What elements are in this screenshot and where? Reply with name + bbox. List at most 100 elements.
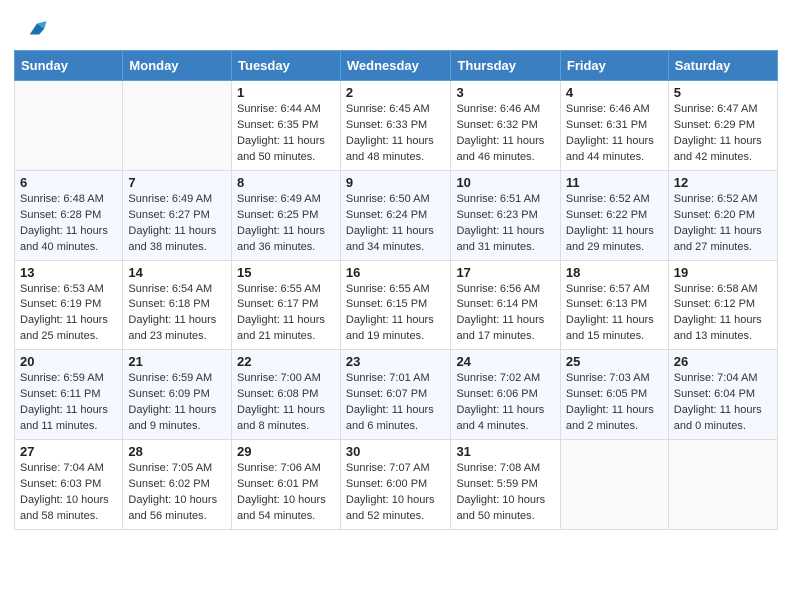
calendar-cell: 11 Sunrise: 6:52 AMSunset: 6:22 PMDayligh… [560, 170, 668, 260]
calendar-cell: 1 Sunrise: 6:44 AMSunset: 6:35 PMDaylight… [232, 81, 341, 171]
page-header [0, 0, 792, 50]
calendar-cell: 18 Sunrise: 6:57 AMSunset: 6:13 PMDayligh… [560, 260, 668, 350]
day-number: 21 [128, 354, 226, 369]
calendar-cell [123, 81, 232, 171]
day-number: 20 [20, 354, 117, 369]
day-info: Sunrise: 6:57 AMSunset: 6:13 PMDaylight:… [566, 282, 663, 346]
day-number: 14 [128, 265, 226, 280]
weekday-header-monday: Monday [123, 51, 232, 81]
day-info: Sunrise: 7:01 AMSunset: 6:07 PMDaylight:… [346, 371, 446, 435]
calendar-cell: 17Sunrise: 6:56 AMSunset: 6:14 PMDayligh… [451, 260, 560, 350]
calendar-cell: 23 Sunrise: 7:01 AMSunset: 6:07 PMDayligh… [340, 350, 451, 440]
calendar-cell: 5 Sunrise: 6:47 AMSunset: 6:29 PMDaylight… [668, 81, 777, 171]
day-info: Sunrise: 6:59 AMSunset: 6:11 PMDaylight:… [20, 371, 117, 435]
day-number: 6 [20, 175, 117, 190]
calendar-cell: 26 Sunrise: 7:04 AMSunset: 6:04 PMDayligh… [668, 350, 777, 440]
calendar-cell: 22Sunrise: 7:00 AMSunset: 6:08 PMDayligh… [232, 350, 341, 440]
day-number: 11 [566, 175, 663, 190]
calendar-cell: 24 Sunrise: 7:02 AMSunset: 6:06 PMDayligh… [451, 350, 560, 440]
day-number: 19 [674, 265, 772, 280]
calendar-cell: 20 Sunrise: 6:59 AMSunset: 6:11 PMDayligh… [15, 350, 123, 440]
weekday-header-saturday: Saturday [668, 51, 777, 81]
calendar-container: SundayMondayTuesdayWednesdayThursdayFrid… [0, 50, 792, 544]
day-number: 15 [237, 265, 335, 280]
day-number: 8 [237, 175, 335, 190]
weekday-header-sunday: Sunday [15, 51, 123, 81]
day-info: Sunrise: 6:47 AMSunset: 6:29 PMDaylight:… [674, 102, 772, 166]
calendar-cell: 12 Sunrise: 6:52 AMSunset: 6:20 PMDayligh… [668, 170, 777, 260]
day-number: 13 [20, 265, 117, 280]
calendar-week-row: 6 Sunrise: 6:48 AMSunset: 6:28 PMDaylight… [15, 170, 778, 260]
day-number: 4 [566, 85, 663, 100]
calendar-cell [560, 440, 668, 530]
day-info: Sunrise: 6:55 AMSunset: 6:15 PMDaylight:… [346, 282, 446, 346]
day-number: 25 [566, 354, 663, 369]
day-info: Sunrise: 6:44 AMSunset: 6:35 PMDaylight:… [237, 102, 335, 166]
calendar-week-row: 20 Sunrise: 6:59 AMSunset: 6:11 PMDayligh… [15, 350, 778, 440]
day-info: Sunrise: 6:49 AMSunset: 6:25 PMDaylight:… [237, 192, 335, 256]
day-info: Sunrise: 6:52 AMSunset: 6:22 PMDaylight:… [566, 192, 663, 256]
day-info: Sunrise: 7:05 AMSunset: 6:02 PMDaylight:… [128, 461, 226, 525]
logo-bird-icon [26, 18, 48, 40]
weekday-header-tuesday: Tuesday [232, 51, 341, 81]
day-number: 7 [128, 175, 226, 190]
day-number: 5 [674, 85, 772, 100]
calendar-cell: 3 Sunrise: 6:46 AMSunset: 6:32 PMDaylight… [451, 81, 560, 171]
day-number: 9 [346, 175, 446, 190]
day-info: Sunrise: 6:52 AMSunset: 6:20 PMDaylight:… [674, 192, 772, 256]
calendar-cell: 15Sunrise: 6:55 AMSunset: 6:17 PMDayligh… [232, 260, 341, 350]
day-number: 18 [566, 265, 663, 280]
day-info: Sunrise: 7:03 AMSunset: 6:05 PMDaylight:… [566, 371, 663, 435]
calendar-cell: 21 Sunrise: 6:59 AMSunset: 6:09 PMDayligh… [123, 350, 232, 440]
calendar-cell: 29Sunrise: 7:06 AMSunset: 6:01 PMDayligh… [232, 440, 341, 530]
day-info: Sunrise: 7:02 AMSunset: 6:06 PMDaylight:… [456, 371, 554, 435]
day-number: 24 [456, 354, 554, 369]
day-info: Sunrise: 7:04 AMSunset: 6:04 PMDaylight:… [674, 371, 772, 435]
day-number: 27 [20, 444, 117, 459]
day-info: Sunrise: 6:48 AMSunset: 6:28 PMDaylight:… [20, 192, 117, 256]
day-number: 3 [456, 85, 554, 100]
day-info: Sunrise: 6:58 AMSunset: 6:12 PMDaylight:… [674, 282, 772, 346]
calendar-cell: 31 Sunrise: 7:08 AMSunset: 5:59 PMDayligh… [451, 440, 560, 530]
calendar-cell: 7 Sunrise: 6:49 AMSunset: 6:27 PMDaylight… [123, 170, 232, 260]
day-number: 23 [346, 354, 446, 369]
day-number: 31 [456, 444, 554, 459]
day-info: Sunrise: 6:54 AMSunset: 6:18 PMDaylight:… [128, 282, 226, 346]
calendar-cell: 16 Sunrise: 6:55 AMSunset: 6:15 PMDayligh… [340, 260, 451, 350]
day-info: Sunrise: 6:46 AMSunset: 6:31 PMDaylight:… [566, 102, 663, 166]
day-number: 26 [674, 354, 772, 369]
day-info: Sunrise: 6:49 AMSunset: 6:27 PMDaylight:… [128, 192, 226, 256]
day-info: Sunrise: 7:00 AMSunset: 6:08 PMDaylight:… [237, 371, 335, 435]
day-info: Sunrise: 6:46 AMSunset: 6:32 PMDaylight:… [456, 102, 554, 166]
calendar-cell [668, 440, 777, 530]
day-number: 16 [346, 265, 446, 280]
calendar-cell [15, 81, 123, 171]
day-number: 30 [346, 444, 446, 459]
day-info: Sunrise: 6:51 AMSunset: 6:23 PMDaylight:… [456, 192, 554, 256]
weekday-header-wednesday: Wednesday [340, 51, 451, 81]
day-number: 1 [237, 85, 335, 100]
calendar-week-row: 13Sunrise: 6:53 AMSunset: 6:19 PMDayligh… [15, 260, 778, 350]
calendar-cell: 14 Sunrise: 6:54 AMSunset: 6:18 PMDayligh… [123, 260, 232, 350]
calendar-cell: 10 Sunrise: 6:51 AMSunset: 6:23 PMDayligh… [451, 170, 560, 260]
day-info: Sunrise: 6:59 AMSunset: 6:09 PMDaylight:… [128, 371, 226, 435]
day-number: 12 [674, 175, 772, 190]
calendar-cell: 13Sunrise: 6:53 AMSunset: 6:19 PMDayligh… [15, 260, 123, 350]
calendar-cell: 8 Sunrise: 6:49 AMSunset: 6:25 PMDaylight… [232, 170, 341, 260]
day-number: 17 [456, 265, 554, 280]
day-info: Sunrise: 7:08 AMSunset: 5:59 PMDaylight:… [456, 461, 554, 525]
weekday-header-friday: Friday [560, 51, 668, 81]
calendar-cell: 30 Sunrise: 7:07 AMSunset: 6:00 PMDayligh… [340, 440, 451, 530]
calendar-cell: 28Sunrise: 7:05 AMSunset: 6:02 PMDayligh… [123, 440, 232, 530]
day-number: 10 [456, 175, 554, 190]
calendar-cell: 2Sunrise: 6:45 AMSunset: 6:33 PMDaylight… [340, 81, 451, 171]
logo [24, 18, 48, 40]
calendar-cell: 25 Sunrise: 7:03 AMSunset: 6:05 PMDayligh… [560, 350, 668, 440]
day-info: Sunrise: 7:04 AMSunset: 6:03 PMDaylight:… [20, 461, 117, 525]
calendar-week-row: 27 Sunrise: 7:04 AMSunset: 6:03 PMDayligh… [15, 440, 778, 530]
weekday-header-thursday: Thursday [451, 51, 560, 81]
calendar-cell: 19 Sunrise: 6:58 AMSunset: 6:12 PMDayligh… [668, 260, 777, 350]
calendar-cell: 27 Sunrise: 7:04 AMSunset: 6:03 PMDayligh… [15, 440, 123, 530]
calendar-cell: 4 Sunrise: 6:46 AMSunset: 6:31 PMDaylight… [560, 81, 668, 171]
day-info: Sunrise: 7:07 AMSunset: 6:00 PMDaylight:… [346, 461, 446, 525]
